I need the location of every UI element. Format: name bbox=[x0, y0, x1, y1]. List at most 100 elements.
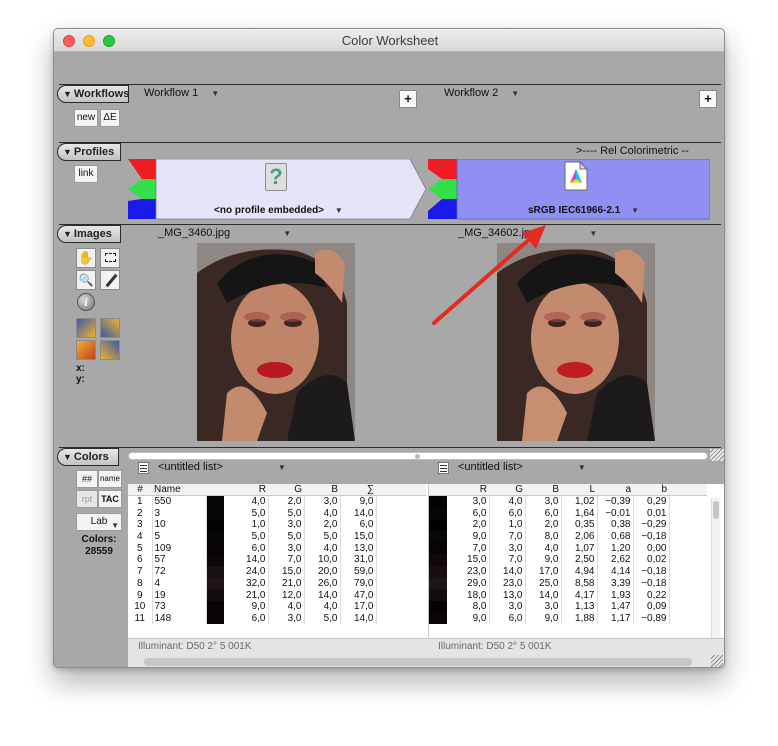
rendering-intent-label[interactable]: >---- Rel Colorimetric -- bbox=[576, 145, 689, 157]
color-worksheet-window: Color Worksheet ▼ Workflows Workflow 1 ▼ … bbox=[53, 28, 725, 668]
col-header[interactable]: Name bbox=[152, 484, 206, 497]
eyedropper-icon[interactable] bbox=[100, 270, 120, 290]
tac-button[interactable]: TAC bbox=[98, 490, 122, 508]
link-profiles-button[interactable]: link bbox=[74, 165, 98, 183]
row-filler bbox=[376, 589, 426, 601]
cell-g: 3,0 bbox=[268, 612, 305, 625]
table-row[interactable]: 2,0 1,0 2,0 0,35 0,38 −0,29 bbox=[429, 519, 707, 531]
workflow1-selector[interactable]: Workflow 1 ▼ bbox=[144, 87, 219, 99]
col-header[interactable] bbox=[429, 484, 447, 497]
colors-section-toggle[interactable]: ▼ Colors bbox=[57, 448, 119, 466]
table-row[interactable]: 9,0 7,0 8,0 2,06 0,68 −0,18 bbox=[429, 530, 707, 543]
row-name: 73 bbox=[152, 600, 207, 613]
table-row[interactable]: 2 3 5,0 5,0 4,0 14,0 bbox=[128, 507, 426, 520]
chevron-down-icon: ▼ bbox=[283, 229, 292, 238]
images-section-toggle[interactable]: ▼ Images bbox=[57, 225, 121, 243]
cell-a: −0,39 bbox=[597, 495, 634, 508]
colorspace-selector[interactable]: Lab ▼ bbox=[76, 513, 122, 531]
col-header[interactable]: B bbox=[304, 484, 340, 497]
add-workflow2-button[interactable]: + bbox=[699, 90, 717, 108]
cell-b: 5,0 bbox=[304, 612, 341, 625]
cell-g: 3,0 bbox=[489, 542, 526, 555]
repeat-button[interactable]: rpt bbox=[76, 490, 98, 508]
col-header[interactable]: b bbox=[633, 484, 669, 497]
table-row[interactable]: 9 19 21,0 12,0 14,0 47,0 bbox=[128, 589, 426, 601]
table-row[interactable]: 18,0 13,0 14,0 4,17 1,93 0,22 bbox=[429, 589, 707, 601]
split-images-icon[interactable] bbox=[100, 340, 120, 360]
row-name: 550 bbox=[152, 495, 207, 508]
table-row[interactable]: 3,0 4,0 3,0 1,02 −0,39 0,29 bbox=[429, 495, 707, 508]
delta-e-button[interactable]: ΔE bbox=[100, 109, 120, 127]
table-row[interactable]: 1 550 4,0 2,0 3,0 9,0 bbox=[128, 495, 426, 508]
table-row[interactable]: 23,0 14,0 17,0 4,94 4,14 −0,18 bbox=[429, 565, 707, 578]
col-header[interactable]: R bbox=[224, 484, 268, 497]
col-header[interactable]: B bbox=[525, 484, 561, 497]
marquee-select-icon[interactable] bbox=[100, 248, 120, 268]
table-row[interactable]: 6,0 6,0 6,0 1,64 −0,01 0,01 bbox=[429, 507, 707, 520]
row-filler bbox=[376, 542, 426, 554]
col-header[interactable]: R bbox=[447, 484, 489, 497]
number-column-button[interactable]: ## bbox=[76, 470, 98, 488]
table-vertical-scrollbar[interactable] bbox=[711, 498, 720, 638]
table-horizontal-scrollbar[interactable] bbox=[144, 658, 692, 666]
table-row[interactable]: 8 4 32,0 21,0 26,0 79,0 bbox=[128, 577, 426, 590]
col-header[interactable]: # bbox=[128, 484, 152, 497]
table-row[interactable]: 4 5 5,0 5,0 5,0 15,0 bbox=[128, 530, 426, 543]
table-row[interactable]: 7,0 3,0 4,0 1,07 1,20 0,00 bbox=[429, 542, 707, 555]
table-row[interactable]: 8,0 3,0 3,0 1,13 1,47 0,09 bbox=[429, 600, 707, 613]
compare-images-icon[interactable] bbox=[76, 318, 96, 338]
table-row[interactable]: 15,0 7,0 9,0 2,50 2,62 0,02 bbox=[429, 554, 707, 566]
scrollbar-thumb[interactable] bbox=[713, 501, 719, 519]
info-icon[interactable]: i bbox=[77, 293, 95, 311]
table-row[interactable]: 10 73 9,0 4,0 4,0 17,0 bbox=[128, 600, 426, 613]
cell-g: 7,0 bbox=[489, 530, 526, 543]
left-image-selector[interactable]: _MG_3460.jpg ▼ bbox=[158, 227, 291, 239]
col-header[interactable]: G bbox=[489, 484, 525, 497]
cell-b-lab: 0,22 bbox=[633, 589, 670, 601]
table-row[interactable]: 6 57 14,0 7,0 10,0 31,0 bbox=[128, 554, 426, 566]
window-resize-grip-icon[interactable] bbox=[711, 655, 723, 667]
right-list-name: <untitled list> bbox=[458, 461, 523, 473]
table-row[interactable]: 7 72 24,0 15,0 20,0 59,0 bbox=[128, 565, 426, 578]
profiles-section-toggle[interactable]: ▼ Profiles bbox=[57, 143, 121, 161]
cell-l: 8,58 bbox=[561, 577, 598, 590]
table-row[interactable]: 5 109 6,0 3,0 4,0 13,0 bbox=[128, 542, 426, 555]
hand-tool-icon[interactable]: ✋ bbox=[76, 248, 96, 268]
left-image-preview[interactable] bbox=[197, 243, 355, 441]
right-list-selector[interactable]: <untitled list> ▼ bbox=[458, 461, 586, 473]
add-workflow1-button[interactable]: + bbox=[399, 90, 417, 108]
horizontal-splitter[interactable] bbox=[128, 452, 708, 460]
col-header[interactable] bbox=[206, 484, 224, 497]
row-number: 1 bbox=[128, 495, 153, 508]
right-color-table-panel: R G B L a b 3,0 4,0 3,0 1,02 −0,39 0,29 6,0 6,0… bbox=[428, 484, 724, 638]
zoom-magnifier-icon[interactable]: 🔍 bbox=[76, 270, 96, 290]
right-illuminant-label: Illuminant: D50 2° 5 001K bbox=[438, 641, 552, 652]
cell-g: 6,0 bbox=[489, 507, 526, 520]
col-header[interactable]: ∑ bbox=[340, 484, 376, 497]
resize-grip-icon[interactable] bbox=[710, 449, 724, 461]
row-filler bbox=[376, 531, 426, 543]
workflows-section-toggle[interactable]: ▼ Workflows bbox=[57, 85, 129, 103]
swap-images-icon[interactable] bbox=[100, 318, 120, 338]
green-channel-wedge bbox=[428, 179, 457, 199]
col-header[interactable]: a bbox=[597, 484, 633, 497]
col-header[interactable]: G bbox=[268, 484, 304, 497]
new-workflow-button[interactable]: new bbox=[74, 109, 98, 127]
destination-profile-selector[interactable]: sRGB IEC61966-2.1 ▼ bbox=[528, 205, 639, 216]
color-swatch bbox=[206, 542, 224, 555]
workflows-divider bbox=[59, 84, 721, 85]
color-swatch bbox=[206, 565, 224, 578]
cell-a: 2,62 bbox=[597, 554, 634, 566]
left-list-selector[interactable]: <untitled list> ▼ bbox=[158, 461, 286, 473]
color-swatch bbox=[206, 589, 224, 601]
name-column-button[interactable]: name bbox=[98, 470, 122, 488]
overlay-images-icon[interactable] bbox=[76, 340, 96, 360]
workflow2-selector[interactable]: Workflow 2 ▼ bbox=[444, 87, 519, 99]
col-header[interactable]: L bbox=[561, 484, 597, 497]
table-row[interactable]: 11 148 6,0 3,0 5,0 14,0 bbox=[128, 612, 426, 625]
table-row[interactable]: 29,0 23,0 25,0 8,58 3,39 −0,18 bbox=[429, 577, 707, 590]
table-row[interactable]: 3 10 1,0 3,0 2,0 6,0 bbox=[128, 519, 426, 531]
table-row[interactable]: 9,0 6,0 9,0 1,88 1,17 −0,89 bbox=[429, 612, 707, 625]
cell-l: 1,64 bbox=[561, 507, 598, 520]
source-profile-selector[interactable]: <no profile embedded> ▼ bbox=[214, 205, 343, 216]
